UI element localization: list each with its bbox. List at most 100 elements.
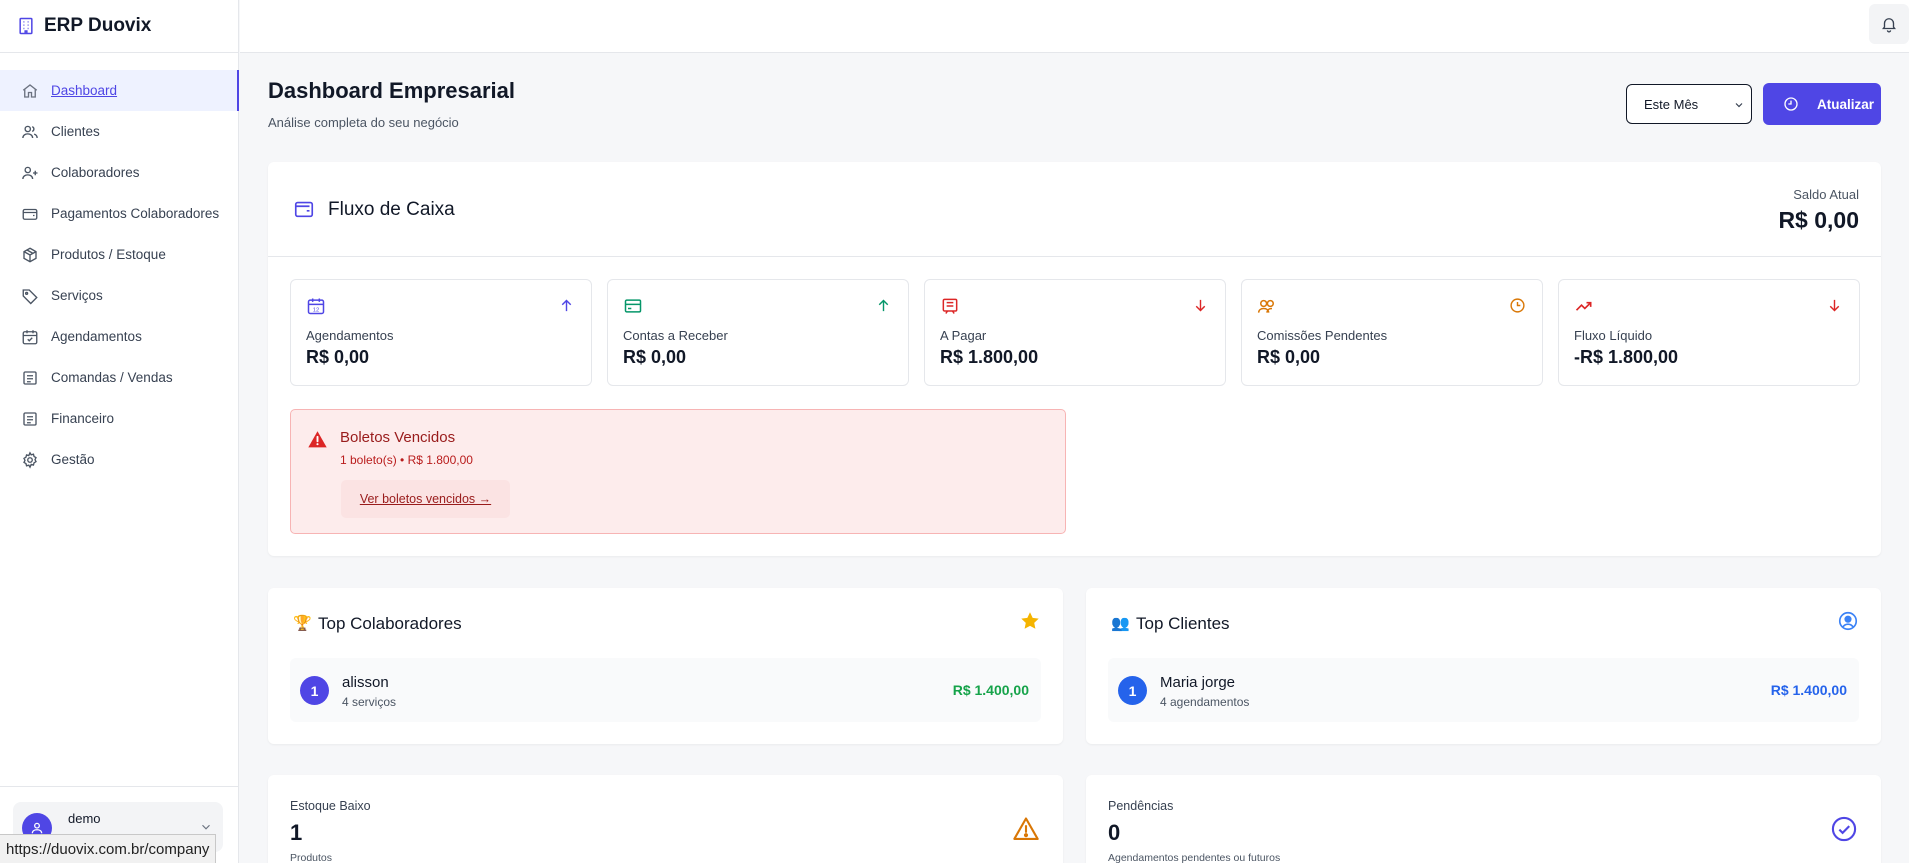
period-select[interactable]: Este Mês: [1626, 84, 1752, 124]
list-item[interactable]: 1 Maria jorge 4 agendamentos R$ 1.400,00: [1108, 658, 1859, 722]
gear-icon: [23, 450, 37, 469]
stat-detail: Produtos: [290, 852, 333, 863]
trophy-icon: 🏆: [293, 615, 312, 632]
top-clients-card: 👥 Top Clientes 1 Maria jorge 4 agendamen…: [1086, 588, 1881, 744]
card-title: Top Clientes: [1136, 614, 1230, 633]
metric-card-contas-receber[interactable]: Contas a Receber R$ 0,00: [607, 279, 909, 386]
package-icon: [23, 246, 37, 263]
receipt-icon: [23, 370, 37, 385]
period-select-value: Este Mês: [1644, 96, 1699, 112]
row-value: R$ 1.400,00: [1770, 682, 1847, 698]
notifications-button[interactable]: [1869, 4, 1909, 44]
brand[interactable]: ERP Duovix: [0, 0, 238, 53]
overdue-alert: Boletos Vencidos 1 boleto(s) • R$ 1.800,…: [290, 409, 1066, 534]
link-status-tooltip: https://duovix.com.br/company: [0, 834, 217, 863]
top-collaborators-card: 🏆 Top Colaboradores 1 alisson 4 serviços…: [268, 588, 1063, 744]
star-icon: [1021, 612, 1039, 629]
metric-card-comissoes[interactable]: Comissões Pendentes R$ 0,00: [1241, 279, 1543, 386]
sidebar-item-label: Produtos / Estoque: [51, 247, 166, 262]
arrow-down-icon: [1829, 299, 1840, 312]
user-icon: [31, 822, 43, 834]
sidebar-item-produtos-estoque[interactable]: Produtos / Estoque: [0, 234, 238, 275]
stat-value: 1: [290, 820, 303, 845]
clock-icon: [1510, 298, 1525, 313]
user-plus-icon: [22, 166, 38, 179]
metric-value: R$ 1.800,00: [940, 347, 1039, 367]
metric-card-agendamentos[interactable]: 12 Agendamentos R$ 0,00: [290, 279, 592, 386]
document-icon: [23, 411, 37, 426]
sidebar-item-clientes[interactable]: Clientes: [0, 111, 238, 152]
cashflow-title: Fluxo de Caixa: [328, 199, 455, 220]
sidebar-item-agendamentos[interactable]: Agendamentos: [0, 316, 238, 357]
cashflow-header: Fluxo de Caixa Saldo Atual R$ 0,00: [268, 162, 1881, 257]
wallet-icon: [22, 208, 38, 220]
sidebar-item-financeiro[interactable]: Financeiro: [0, 398, 238, 439]
sidebar-item-label: Dashboard: [51, 83, 118, 98]
brand-title: ERP Duovix: [44, 15, 152, 36]
chevron-down-icon: [1735, 103, 1743, 108]
stat-detail: Agendamentos pendentes ou futuros: [1108, 852, 1281, 863]
user-circle-icon: [1838, 611, 1858, 631]
people-icon: 👥: [1111, 615, 1130, 632]
sidebar: ERP Duovix Dashboard Clientes Colaborado…: [0, 0, 239, 863]
bell-icon: [1882, 18, 1896, 33]
metric-label: A Pagar: [940, 328, 987, 343]
alert-detail: 1 boleto(s) • R$ 1.800,00: [340, 453, 473, 467]
sidebar-item-label: Colaboradores: [51, 165, 140, 180]
stat-label: Estoque Baixo: [290, 799, 371, 813]
alert-title: Boletos Vencidos: [340, 429, 456, 446]
sidebar-item-dashboard[interactable]: Dashboard: [0, 70, 239, 111]
sidebar-item-comandas-vendas[interactable]: Comandas / Vendas: [0, 357, 238, 398]
sidebar-item-pagamentos-colaboradores[interactable]: Pagamentos Colaboradores: [0, 193, 238, 234]
sidebar-item-gestao[interactable]: Gestão: [0, 439, 238, 480]
wallet-icon: [294, 201, 314, 218]
metric-label: Fluxo Líquido: [1574, 328, 1653, 343]
low-stock-card[interactable]: Estoque Baixo 1 Produtos: [268, 775, 1063, 863]
rank-badge: 1: [1118, 676, 1147, 705]
rank-badge: 1: [300, 676, 329, 705]
sidebar-item-label: Financeiro: [51, 411, 115, 426]
metric-value: -R$ 1.800,00: [1574, 347, 1679, 367]
metric-label: Contas a Receber: [623, 328, 728, 343]
row-value: R$ 1.400,00: [952, 682, 1029, 698]
metric-label: Agendamentos: [306, 328, 394, 343]
overdue-link[interactable]: Ver boletos vencidos →: [341, 480, 510, 518]
sidebar-item-servicos[interactable]: Serviços: [0, 275, 238, 316]
row-detail: 4 agendamentos: [1160, 695, 1250, 709]
arrow-down-icon: [1195, 299, 1206, 312]
sidebar-item-label: Comandas / Vendas: [51, 370, 173, 385]
chevron-down-icon: [202, 824, 210, 830]
metric-value: R$ 0,00: [1257, 347, 1321, 367]
metric-card-a-pagar[interactable]: A Pagar R$ 1.800,00: [924, 279, 1226, 386]
card-title: Top Colaboradores: [318, 614, 462, 633]
refresh-button[interactable]: Atualizar: [1763, 83, 1881, 125]
check-circle-icon: [1831, 816, 1857, 842]
alert-triangle-icon: [308, 431, 327, 448]
receipt-icon: [942, 298, 958, 314]
page-title: Dashboard Empresarial: [268, 78, 515, 103]
user-name: demo: [68, 811, 101, 826]
row-detail: 4 serviços: [342, 695, 397, 709]
balance-label: Saldo Atual: [1793, 187, 1859, 202]
stat-label: Pendências: [1108, 799, 1174, 813]
credit-card-icon: [624, 299, 642, 313]
arrow-up-icon: [561, 299, 572, 312]
metric-value: R$ 0,00: [306, 347, 370, 367]
calendar-check-icon: [22, 329, 38, 344]
metric-card-fluxo-liquido[interactable]: Fluxo Líquido -R$ 1.800,00: [1558, 279, 1860, 386]
calendar-icon: 12: [307, 298, 325, 315]
users-icon: [1257, 299, 1274, 313]
stat-value: 0: [1108, 820, 1121, 845]
warning-icon: [1013, 817, 1039, 840]
clock-icon: [1784, 97, 1798, 111]
list-item[interactable]: 1 alisson 4 serviços R$ 1.400,00: [290, 658, 1041, 722]
home-icon: [22, 83, 38, 98]
arrow-up-icon: [878, 299, 889, 312]
cashflow-card: Fluxo de Caixa Saldo Atual R$ 0,00 12 Ag…: [268, 162, 1881, 556]
sidebar-item-colaboradores[interactable]: Colaboradores: [0, 152, 238, 193]
row-name: Maria jorge: [1160, 674, 1236, 691]
building-icon: [19, 17, 33, 35]
refresh-button-label: Atualizar: [1817, 96, 1875, 112]
pending-card[interactable]: Pendências 0 Agendamentos pendentes ou f…: [1086, 775, 1881, 863]
sidebar-item-label: Pagamentos Colaboradores: [51, 206, 220, 221]
